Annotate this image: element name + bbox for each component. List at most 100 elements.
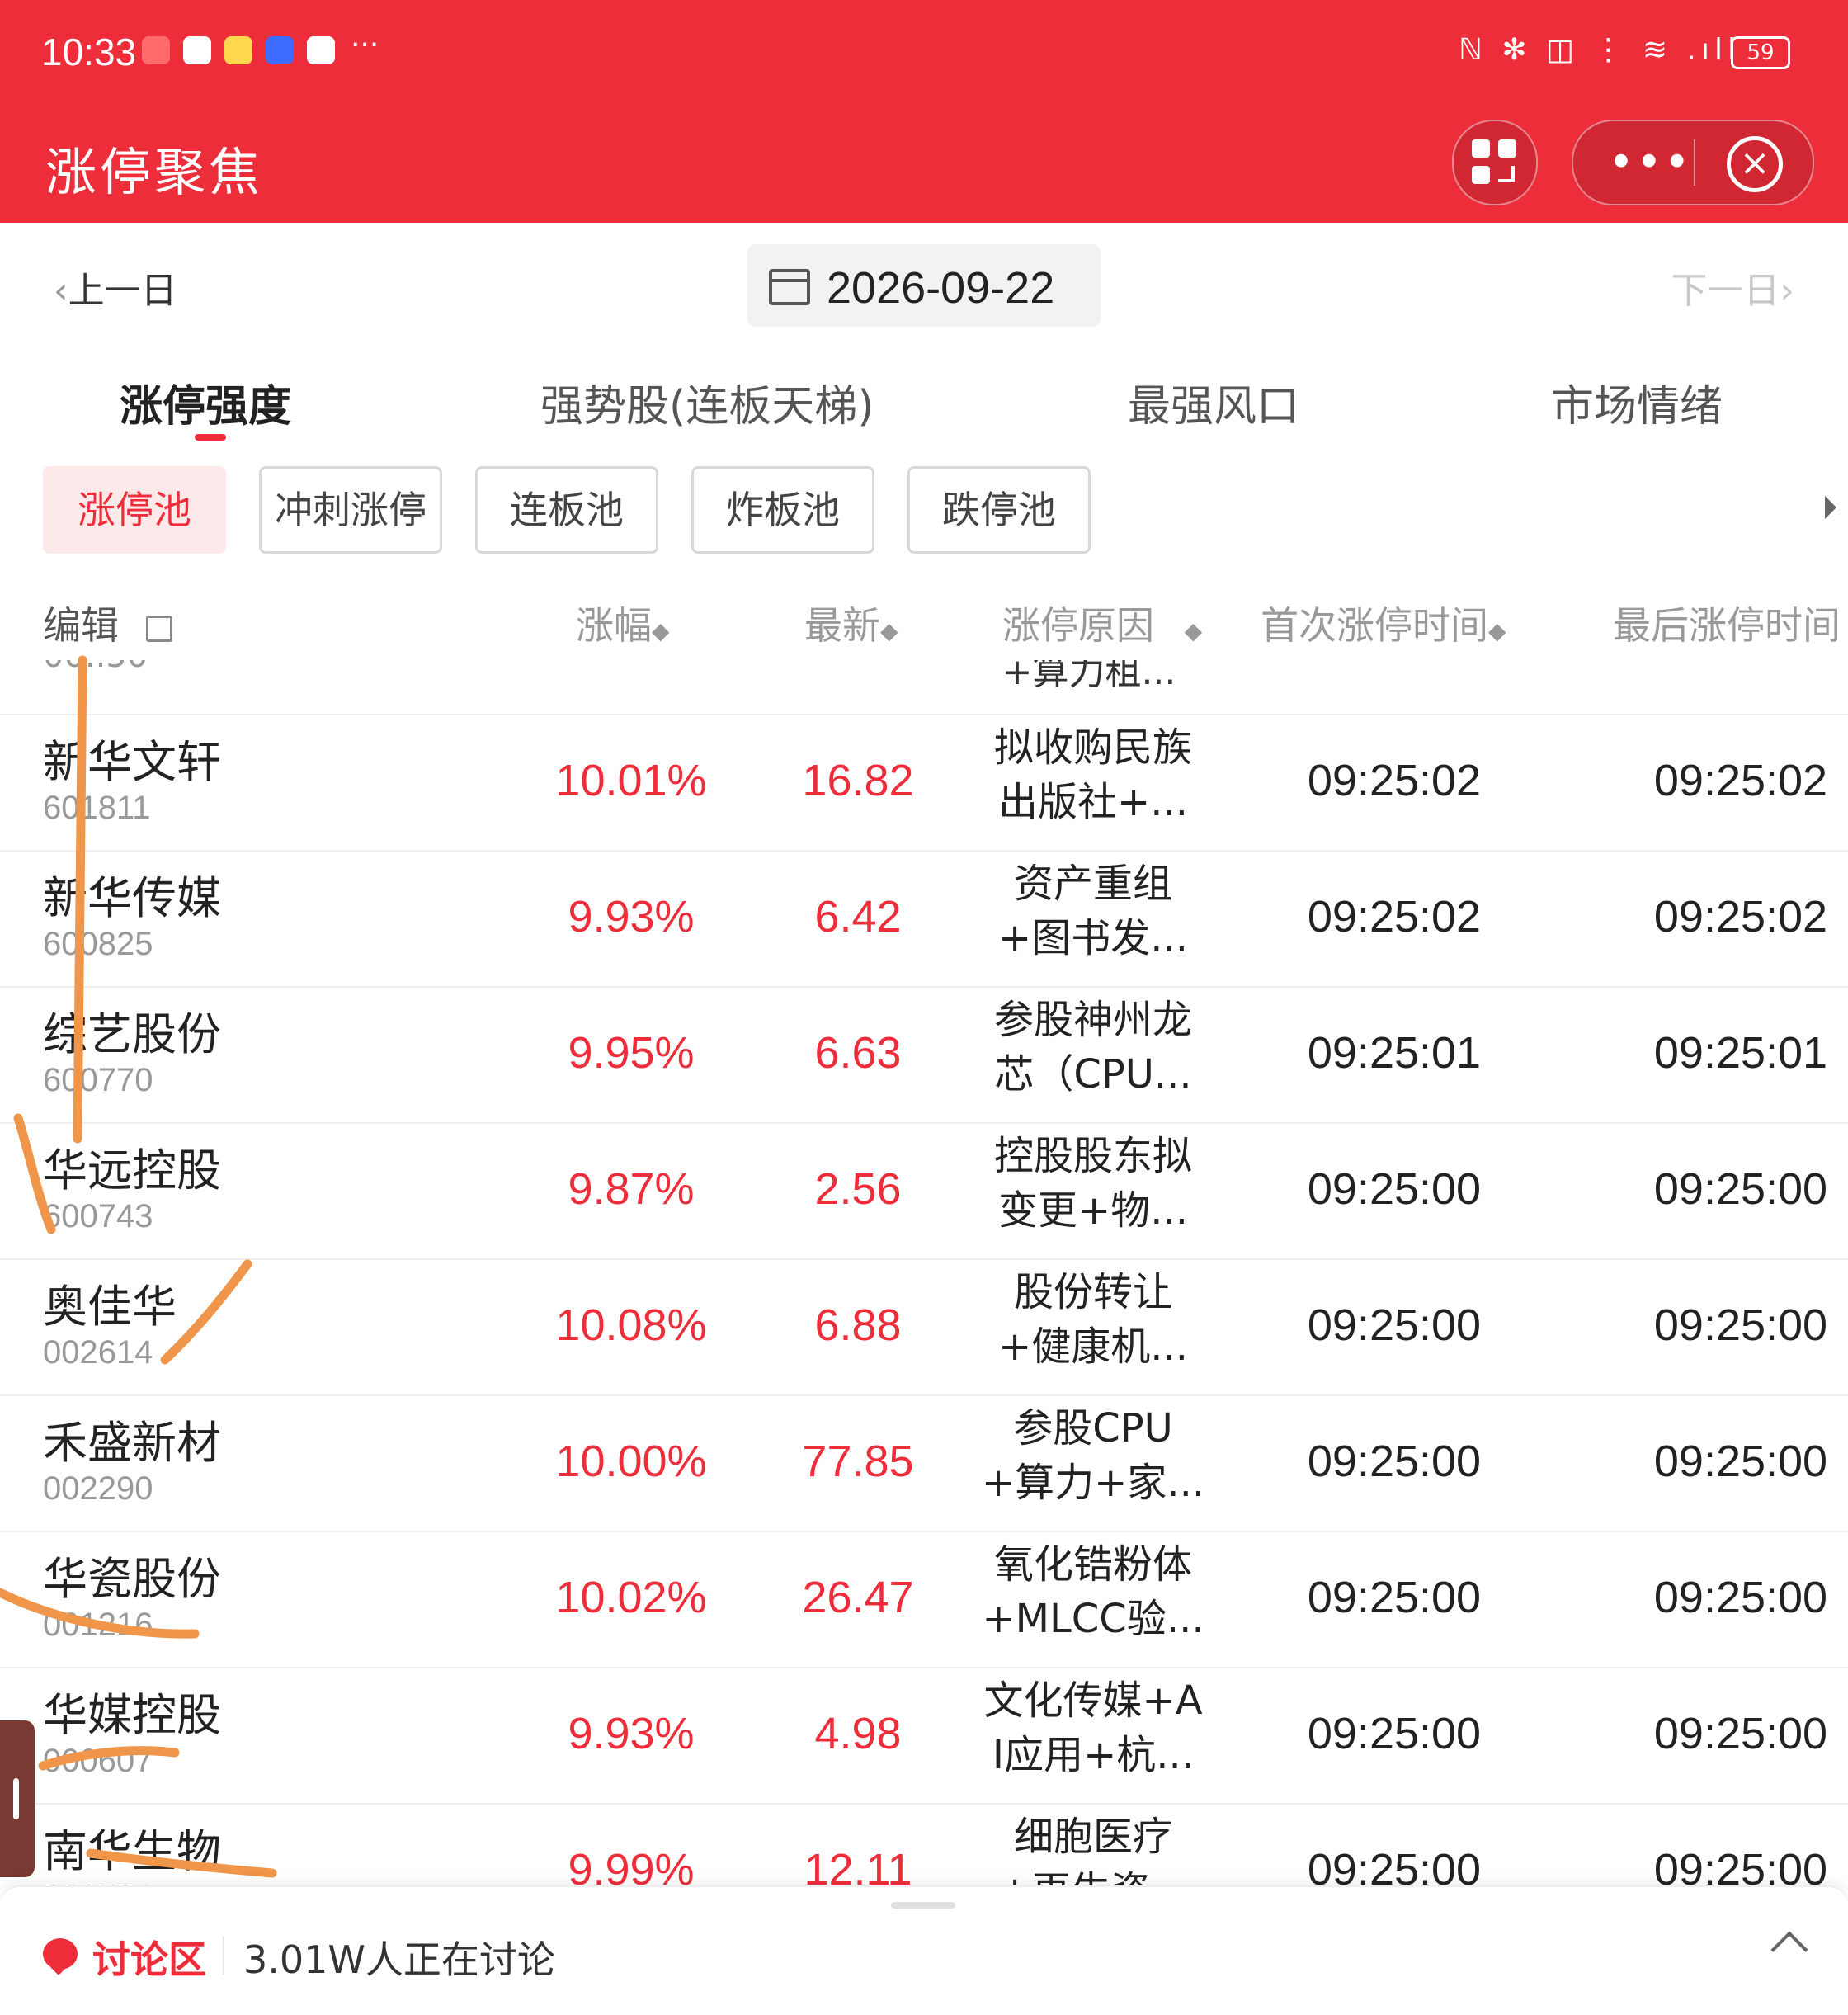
latest-price: 6.42 (814, 892, 902, 941)
table-row-partial[interactable]: 00..50 +算力租... (0, 660, 1848, 715)
table-row[interactable]: 综艺股份 600770 9.95% 6.63 参股神州龙 芯（CPU... 09:25:0… (0, 986, 1848, 1124)
table-row[interactable]: 华瓷股份 001216 10.02% 26.47 氧化锆粉体 +MLCC验... 09:2… (0, 1531, 1848, 1668)
pool-filter-chips: 涨停池 冲刺涨停 连板池 炸板池 跌停池 (0, 466, 1848, 557)
limit-reason: 细胞医疗 +再生资... (998, 1814, 1188, 1885)
chip-limit-down-pool[interactable]: 跌停池 (908, 466, 1091, 554)
mini-app-grid-button[interactable] (1452, 120, 1538, 205)
chip-broken-board-pool[interactable]: 炸板池 (691, 466, 874, 554)
table-row[interactable]: 新华文轩 601811 10.01% 16.82 拟收购民族 出版社+... 09:25:… (0, 714, 1848, 852)
limit-reason: +算力租... (1002, 660, 1176, 693)
stock-name: 南华生物 (43, 1825, 221, 1877)
tab-strong-stocks[interactable]: 强势股(连板天梯) (540, 371, 874, 433)
last-limit-time: 09:25:01 (1653, 1028, 1828, 1078)
sort-icon: ◆ (1488, 617, 1506, 644)
tab-hot-sectors[interactable]: 最强风口 (1128, 371, 1299, 433)
capsule-menu: ••• × (1572, 120, 1814, 205)
stock-code: 600825 (43, 926, 153, 962)
table-row[interactable]: 奥佳华 002614 10.08% 6.88 股份转让 +健康机... 09:25:00 0… (0, 1258, 1848, 1396)
chevron-right-icon: › (1780, 270, 1794, 312)
more-options-button[interactable]: ••• (1608, 136, 1692, 188)
change-percent: 9.95% (568, 1028, 695, 1078)
date-picker[interactable]: 2026-09-22 (747, 244, 1101, 327)
close-button[interactable]: × (1727, 136, 1783, 192)
change-percent: 9.87% (568, 1164, 695, 1214)
last-limit-time: 09:25:00 (1653, 1164, 1828, 1214)
edit-columns-button[interactable]: 编辑 (43, 596, 172, 650)
discussion-count: 3.01W人正在讨论 (243, 1937, 555, 1982)
latest-price: 4.98 (814, 1709, 902, 1758)
limit-reason: 氧化锆粉体 +MLCC验... (982, 1541, 1204, 1642)
side-drawer-handle[interactable] (0, 1720, 35, 1877)
sort-first-time-header[interactable]: 首次涨停时间◆ (1261, 596, 1506, 650)
stock-code: 600743 (43, 1198, 153, 1234)
next-day-button[interactable]: 下一日› (1671, 261, 1794, 314)
sort-reason-header[interactable]: 涨停原因 ◆ (1002, 596, 1202, 650)
drag-handle[interactable] (891, 1902, 955, 1909)
last-limit-time: 09:25:02 (1653, 892, 1828, 941)
scroll-right-icon[interactable] (1825, 496, 1836, 519)
first-limit-time: 09:25:01 (1307, 1028, 1482, 1078)
limit-reason: 拟收购民族 出版社+... (993, 724, 1192, 825)
prev-day-button[interactable]: ‹上一日 (54, 261, 177, 314)
app-header: 10:33 ··· ℕ ✻ ◫ ⋮ ≋ .ıll 59 涨停聚焦 ••• × (0, 0, 1848, 223)
sort-change-header[interactable]: 涨幅◆ (576, 596, 670, 650)
stock-code: 002290 (43, 1470, 153, 1507)
stock-code: 000504 (43, 1879, 153, 1885)
sort-last-time-header[interactable]: 最后涨停时间 (1613, 596, 1841, 650)
table-row[interactable]: 华媒控股 000607 9.93% 4.98 文化传媒+A I应用+杭... 09:25:… (0, 1667, 1848, 1805)
sort-latest-header[interactable]: 最新◆ (804, 596, 898, 650)
first-limit-time: 09:25:00 (1307, 1573, 1482, 1622)
change-percent: 9.99% (568, 1845, 695, 1885)
battery-icon: 59 (1731, 36, 1790, 69)
browser-icon (266, 36, 294, 64)
last-limit-time: 09:25:00 (1653, 1437, 1828, 1486)
current-date: 2026-09-22 (827, 263, 1055, 313)
latest-price: 26.47 (802, 1573, 914, 1622)
sort-icon: ◆ (652, 617, 670, 644)
limit-reason: 资产重组 +图书发... (998, 861, 1188, 961)
limit-reason: 参股神州龙 芯（CPU... (993, 997, 1192, 1097)
table-row[interactable]: 南华生物 000504 9.99% 12.11 细胞医疗 +再生资... 09:25:00… (0, 1803, 1848, 1885)
stock-name: 华媒控股 (43, 1689, 221, 1741)
chip-limit-up-pool[interactable]: 涨停池 (43, 466, 226, 554)
chip-consecutive-pool[interactable]: 连板池 (475, 466, 658, 554)
system-status-icons: ℕ ✻ ◫ ⋮ ≋ .ıll (1459, 33, 1741, 67)
table-row[interactable]: 新华传媒 600825 9.93% 6.42 资产重组 +图书发... 09:25:02 0… (0, 850, 1848, 988)
main-tabs: 涨停强度 强势股(连板天梯) 最强风口 市场情绪 (0, 355, 1848, 454)
chip-approaching-limit[interactable]: 冲刺涨停 (259, 466, 442, 554)
chevron-left-icon: ‹ (54, 270, 68, 312)
stock-table: 00..50 +算力租... 新华文轩601811 10.01% 16.82 拟收购民… (0, 660, 1848, 1885)
stock-name: 新华传媒 (43, 872, 221, 924)
latest-price: 12.11 (804, 1845, 912, 1885)
sort-icon: ◆ (880, 617, 898, 644)
table-header: 编辑 涨幅◆ 最新◆ 涨停原因 ◆ 首次涨停时间◆ 最后涨停时间 (0, 578, 1848, 660)
chevron-up-icon[interactable] (1770, 1931, 1808, 1969)
change-percent: 9.93% (568, 1709, 695, 1758)
table-row[interactable]: 禾盛新材 002290 10.00% 77.85 参股CPU +算力+家... 09:25… (0, 1394, 1848, 1532)
first-limit-time: 09:25:00 (1307, 1709, 1482, 1758)
tab-limit-up-strength[interactable]: 涨停强度 (120, 371, 291, 433)
change-percent: 10.02% (555, 1573, 707, 1622)
latest-price: 77.85 (802, 1437, 914, 1486)
last-limit-time: 09:25:00 (1653, 1573, 1828, 1622)
stock-code: 600770 (43, 1062, 153, 1098)
message-icon (307, 36, 335, 64)
change-percent: 9.93% (568, 892, 695, 941)
first-limit-time: 09:25:02 (1307, 892, 1482, 941)
weibo-icon (224, 36, 252, 64)
page-title: 涨停聚焦 (45, 142, 264, 202)
table-row[interactable]: 华远控股 600743 9.87% 2.56 控股股东拟 变更+物... 09:25:00… (0, 1122, 1848, 1260)
grid-icon (1472, 139, 1490, 158)
tab-market-sentiment[interactable]: 市场情绪 (1551, 371, 1723, 433)
last-limit-time: 09:25:00 (1653, 1709, 1828, 1758)
capsule-divider (1694, 139, 1695, 186)
calendar-icon (769, 269, 810, 305)
limit-reason: 参股CPU +算力+家... (981, 1405, 1205, 1506)
last-limit-time: 09:25:00 (1653, 1845, 1828, 1885)
discussion-label: 讨论区 (92, 1937, 206, 1982)
stock-code: 00..50 (43, 660, 148, 675)
last-limit-time: 09:25:02 (1653, 756, 1828, 805)
stock-name: 综艺股份 (43, 1008, 221, 1060)
discussion-bar[interactable]: 讨论区 3.01W人正在讨论 (0, 1885, 1848, 2015)
last-limit-time: 09:25:00 (1653, 1300, 1828, 1350)
